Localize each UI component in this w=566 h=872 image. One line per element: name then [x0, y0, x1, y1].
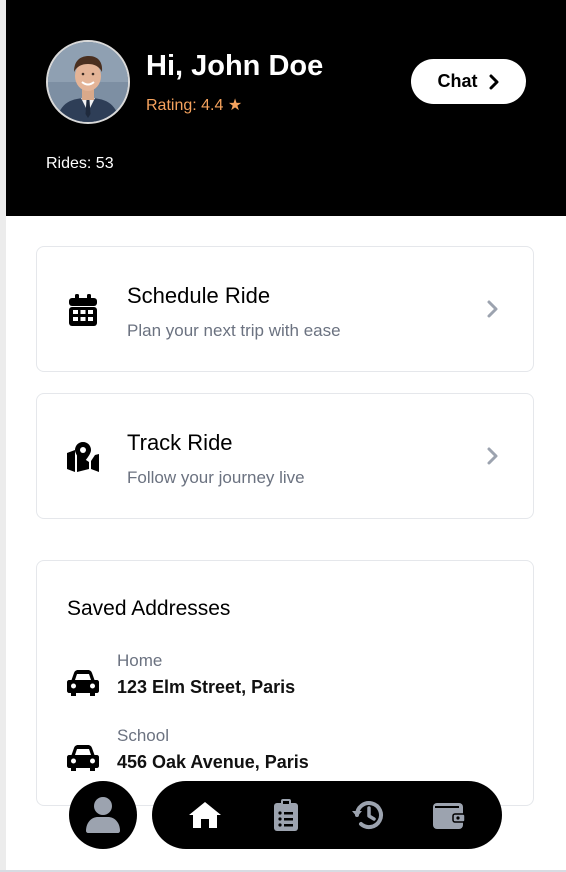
wallet-icon: [433, 803, 466, 829]
track-ride-subtitle: Follow your journey live: [127, 468, 305, 487]
chevron-right-icon: [487, 300, 498, 318]
nav-rides[interactable]: [266, 795, 306, 835]
avatar[interactable]: [46, 40, 130, 124]
chat-button-label: Chat: [437, 71, 478, 91]
user-icon: [86, 797, 120, 833]
track-ride-title: Track Ride: [127, 430, 233, 455]
address-item-home[interactable]: Home 123 Elm Street, Paris: [67, 651, 507, 711]
rating-text: Rating: 4.4 ★: [146, 97, 243, 114]
track-ride-card[interactable]: Track Ride Follow your journey live: [36, 393, 534, 519]
address-label: School: [117, 726, 169, 745]
schedule-ride-title: Schedule Ride: [127, 283, 271, 308]
bottom-navigation: [152, 781, 502, 849]
history-icon: [351, 801, 383, 830]
schedule-ride-subtitle: Plan your next trip with ease: [127, 321, 341, 340]
chat-button[interactable]: Chat: [411, 59, 526, 104]
address-item-school[interactable]: School 456 Oak Avenue, Paris: [67, 726, 507, 786]
nav-home[interactable]: [185, 795, 225, 835]
profile-header: Hi, John Doe Rating: 4.4 ★ Rides: 53 Cha…: [6, 0, 566, 216]
saved-addresses-title: Saved Addresses: [67, 597, 231, 620]
clipboard-list-icon: [274, 799, 299, 831]
avatar-photo: [48, 42, 128, 122]
address-value: 123 Elm Street, Paris: [117, 677, 296, 697]
nav-history[interactable]: [348, 795, 388, 835]
rides-count: Rides: 53: [46, 155, 114, 172]
chevron-right-icon: [487, 447, 498, 465]
greeting-text: Hi, John Doe: [146, 50, 324, 82]
address-value: 456 Oak Avenue, Paris: [117, 752, 309, 772]
nav-wallet[interactable]: [429, 795, 469, 835]
map-pin-icon: [67, 441, 99, 473]
profile-button[interactable]: [69, 781, 137, 849]
saved-addresses-card: Saved Addresses Home 123 Elm Street, Par…: [36, 560, 534, 806]
chevron-right-icon: [489, 74, 498, 89]
car-icon: [67, 670, 99, 696]
schedule-ride-card[interactable]: Schedule Ride Plan your next trip with e…: [36, 246, 534, 372]
car-icon: [67, 745, 99, 771]
address-label: Home: [117, 651, 163, 670]
calendar-icon: [67, 294, 99, 326]
home-icon: [188, 802, 221, 828]
